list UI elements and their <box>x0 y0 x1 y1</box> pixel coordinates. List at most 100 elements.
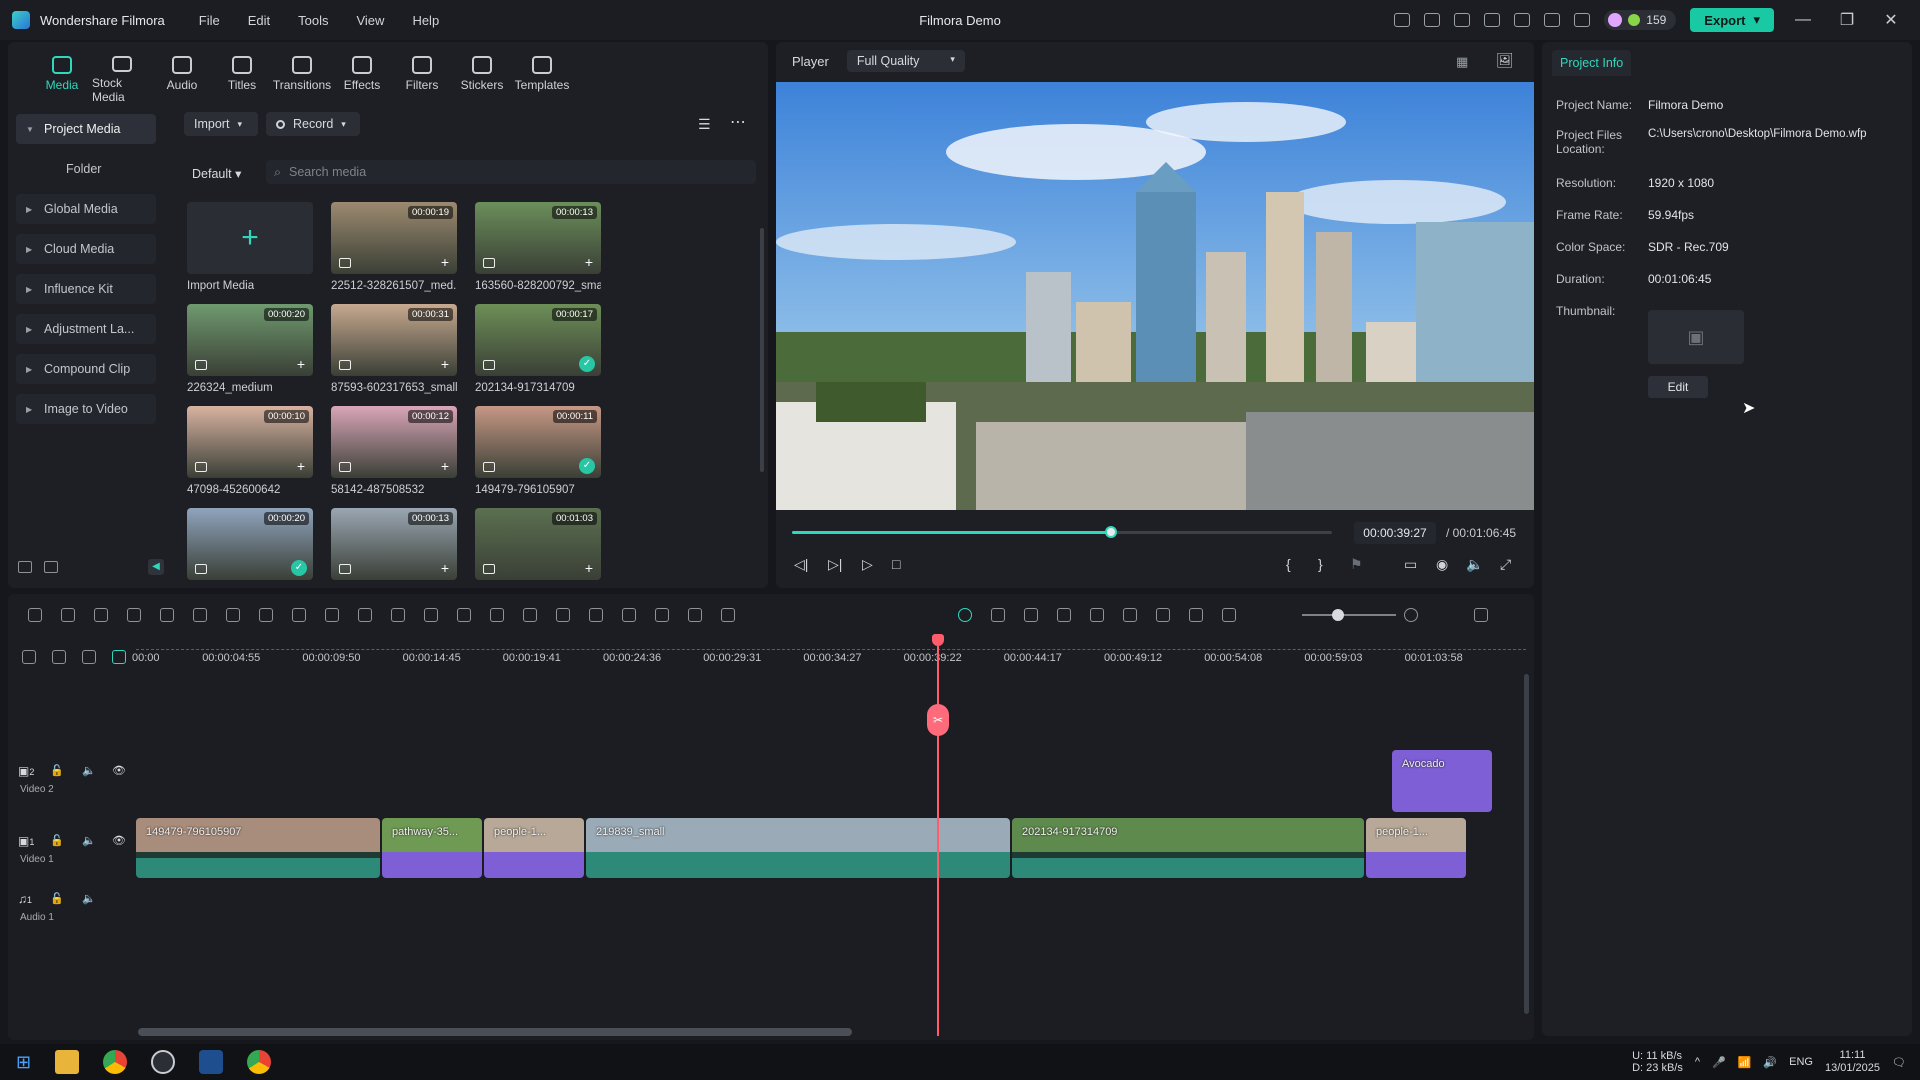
added-check-icon[interactable]: ✓ <box>579 356 595 372</box>
detach-audio-icon[interactable] <box>523 608 537 622</box>
restore-icon[interactable]: ❐ <box>1832 10 1862 30</box>
lock-icon[interactable]: 🔓 <box>50 892 64 905</box>
timeline-scrollbar[interactable] <box>138 1028 852 1036</box>
track-layout-icon[interactable] <box>82 650 96 664</box>
prev-frame-icon[interactable]: ◁| <box>794 556 808 573</box>
crop-icon[interactable] <box>226 608 240 622</box>
link-icon[interactable] <box>52 650 66 664</box>
snapshot-icon[interactable]: ◉ <box>1436 556 1448 573</box>
current-time[interactable]: 00:00:39:27 <box>1354 522 1436 544</box>
media-card[interactable]: 00:00:13 +163560-828200792_small <box>475 202 601 292</box>
adjust-icon[interactable] <box>424 608 438 622</box>
timeline-clip[interactable]: pathway-35... <box>382 818 482 878</box>
windows-start-icon[interactable]: ⊞ <box>16 1052 31 1073</box>
add-track-icon[interactable] <box>22 650 36 664</box>
progress-handle[interactable] <box>1104 526 1117 538</box>
tab-templates[interactable]: Templates <box>512 42 572 104</box>
rotate-icon[interactable] <box>259 608 273 622</box>
tab-media[interactable]: Media <box>32 42 92 104</box>
marker-icon[interactable]: ⚑ <box>1350 556 1363 573</box>
zoom-out-icon[interactable] <box>1222 608 1236 622</box>
media-card[interactable]: 00:00:20 +226324_medium <box>187 304 313 394</box>
split-icon[interactable] <box>193 608 207 622</box>
menu-tools[interactable]: Tools <box>298 13 328 28</box>
delete-icon[interactable] <box>160 608 174 622</box>
media-card[interactable]: 00:00:31 +87593-602317653_small <box>331 304 457 394</box>
ai-icon[interactable] <box>655 608 669 622</box>
select-tool-icon[interactable] <box>61 608 75 622</box>
shield-icon[interactable] <box>1057 608 1071 622</box>
playback-progress[interactable] <box>792 526 1332 538</box>
media-card[interactable]: 00:00:20 ✓ <box>187 508 313 580</box>
record-button[interactable]: Record ▾ <box>266 112 360 136</box>
apps-icon[interactable] <box>1574 13 1591 27</box>
wifi-icon[interactable]: 📶 <box>1738 1056 1752 1069</box>
stabilize-icon[interactable] <box>589 608 603 622</box>
mute-icon[interactable]: 🔈 <box>82 764 96 777</box>
export-button[interactable]: Export ▾ <box>1690 8 1774 32</box>
add-to-timeline-icon[interactable]: + <box>441 458 449 474</box>
tab-transitions[interactable]: Transitions <box>272 42 332 104</box>
sidebar-item-cloud-media[interactable]: ▶ Cloud Media <box>16 234 156 264</box>
sidebar-item-influence-kit[interactable]: ▶ Influence Kit <box>16 274 156 304</box>
tab-stickers[interactable]: Stickers <box>452 42 512 104</box>
menu-file[interactable]: File <box>199 13 220 28</box>
language-indicator[interactable]: ENG <box>1789 1056 1813 1068</box>
sidebar-item-adjustment-layer[interactable]: ▶ Adjustment La... <box>16 314 156 344</box>
filter-sort-icon[interactable]: ☰ <box>698 116 711 133</box>
new-folder-icon[interactable] <box>18 561 32 573</box>
group-icon[interactable] <box>490 608 504 622</box>
zoom-icon[interactable] <box>358 608 372 622</box>
added-check-icon[interactable]: ✓ <box>291 560 307 576</box>
tab-audio[interactable]: Audio <box>152 42 212 104</box>
zoom-in-icon[interactable] <box>1404 608 1418 622</box>
sidebar-item-image-to-video[interactable]: ▶ Image to Video <box>16 394 156 424</box>
minimize-icon[interactable]: — <box>1788 11 1818 29</box>
microphone-icon[interactable]: 🎤 <box>1712 1056 1726 1069</box>
magnet-icon[interactable] <box>112 650 126 664</box>
audio-mix-icon[interactable] <box>1123 608 1137 622</box>
play-back-icon[interactable]: ▷| <box>828 556 842 573</box>
import-media-card[interactable]: + Import Media <box>187 202 313 292</box>
chevron-up-icon[interactable]: ^ <box>1695 1056 1700 1068</box>
tab-effects[interactable]: Effects <box>332 42 392 104</box>
filmora-taskbar-icon[interactable] <box>199 1050 224 1074</box>
media-scrollbar[interactable] <box>760 228 764 472</box>
color-icon[interactable] <box>292 608 306 622</box>
timeline-clip[interactable]: 219839_small <box>586 818 1010 878</box>
chrome-icon[interactable] <box>103 1050 128 1074</box>
timeline-clip[interactable]: 202134-917314709 <box>1012 818 1364 878</box>
media-card[interactable]: 00:00:11 ✓ 149479-796105907 <box>475 406 601 496</box>
sidebar-item-project-media[interactable]: ▼ Project Media <box>16 114 156 144</box>
mute-icon[interactable]: 🔈 <box>82 834 96 847</box>
notifications-icon[interactable]: 🗨 <box>1892 1056 1906 1069</box>
beat-icon[interactable] <box>622 608 636 622</box>
keyframe-icon[interactable] <box>457 608 471 622</box>
add-to-timeline-icon[interactable]: + <box>297 356 305 372</box>
speed-icon[interactable] <box>325 608 339 622</box>
stop-icon[interactable]: □ <box>892 556 900 572</box>
scissor-icon[interactable]: ✂ <box>927 704 949 736</box>
display-icon[interactable]: ▭ <box>1404 556 1417 573</box>
folder-icon[interactable] <box>44 561 58 573</box>
mark-in-icon[interactable]: { <box>1286 556 1291 572</box>
media-card[interactable]: 00:00:12 +58142-487508532 <box>331 406 457 496</box>
tab-stock-media[interactable]: Stock Media <box>92 42 152 104</box>
layout-icon[interactable] <box>28 608 42 622</box>
media-card[interactable]: 00:00:19 +22512-328261507_med... <box>331 202 457 292</box>
silence-icon[interactable] <box>688 608 702 622</box>
sidebar-item-folder[interactable]: Folder <box>16 154 156 184</box>
menu-help[interactable]: Help <box>412 13 439 28</box>
menu-view[interactable]: View <box>356 13 384 28</box>
cloud-icon[interactable] <box>1514 13 1531 27</box>
collapse-sidebar-icon[interactable]: ◀ <box>148 559 164 575</box>
sort-dropdown[interactable]: Default ▾ <box>192 166 241 181</box>
timeline-clip[interactable]: people-1... <box>484 818 584 878</box>
undo-icon[interactable] <box>94 608 108 622</box>
zoom-slider-handle[interactable] <box>1332 609 1344 621</box>
sidebar-item-global-media[interactable]: ▶ Global Media <box>16 194 156 224</box>
lock-icon[interactable]: 🔓 <box>50 834 64 847</box>
mark-out-icon[interactable]: } <box>1318 556 1323 572</box>
list-icon[interactable] <box>1424 13 1441 27</box>
more-options-icon[interactable]: ⋯ <box>730 112 746 132</box>
